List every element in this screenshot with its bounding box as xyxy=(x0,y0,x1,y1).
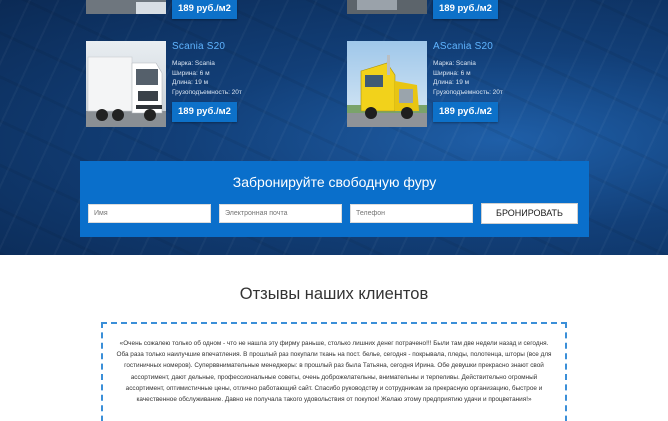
booking-form: Забронируйте свободную фуру БРОНИРОВАТЬ xyxy=(80,161,589,237)
email-input[interactable] xyxy=(219,204,342,223)
truck-photo[interactable] xyxy=(347,0,427,14)
spec-brand: Марка: Scania xyxy=(433,60,476,67)
phone-input[interactable] xyxy=(350,204,473,223)
truck-title[interactable]: AScania S20 xyxy=(433,41,593,52)
truck-photo[interactable] xyxy=(347,41,427,127)
price-button[interactable]: 189 руб./м2 xyxy=(433,0,498,19)
truck-photo[interactable] xyxy=(86,0,166,14)
spec-capacity: Грузоподъемность: 20т xyxy=(172,88,242,96)
spec-brand: Марка: Scania xyxy=(172,60,215,67)
price-button[interactable]: 189 руб./м2 xyxy=(172,0,237,19)
truck-specs: Марка: Scania Ширина: 6 м Длина: 19 м Гр… xyxy=(433,59,593,97)
trucks-section: 189 руб./м2 189 руб./м2 Scania S20 Марка… xyxy=(0,0,668,255)
truck-title[interactable]: Scania S20 xyxy=(172,41,332,52)
truck-specs: Марка: Scania Ширина: 6 м Длина: 19 м Гр… xyxy=(172,59,332,97)
spec-width: Ширина: 6 м xyxy=(433,69,471,77)
spec-length: Длина: 19 м xyxy=(172,79,209,87)
booking-title: Забронируйте свободную фуру xyxy=(232,174,437,190)
truck-photo[interactable] xyxy=(86,41,166,127)
spec-length: Длина: 19 м xyxy=(433,79,470,87)
name-input[interactable] xyxy=(88,204,211,223)
reviews-title: Отзывы наших клиентов xyxy=(239,285,429,303)
review-card: «Очень сожалею только об одном - что не … xyxy=(101,322,567,421)
price-button[interactable]: 189 руб./м2 xyxy=(172,102,237,123)
spec-width: Ширина: 6 м xyxy=(172,69,210,77)
price-button[interactable]: 189 руб./м2 xyxy=(433,102,498,123)
review-text: «Очень сожалею только об одном - что не … xyxy=(116,340,552,404)
spec-capacity: Грузоподъемность: 20т xyxy=(433,88,503,96)
book-button[interactable]: БРОНИРОВАТЬ xyxy=(481,203,578,224)
